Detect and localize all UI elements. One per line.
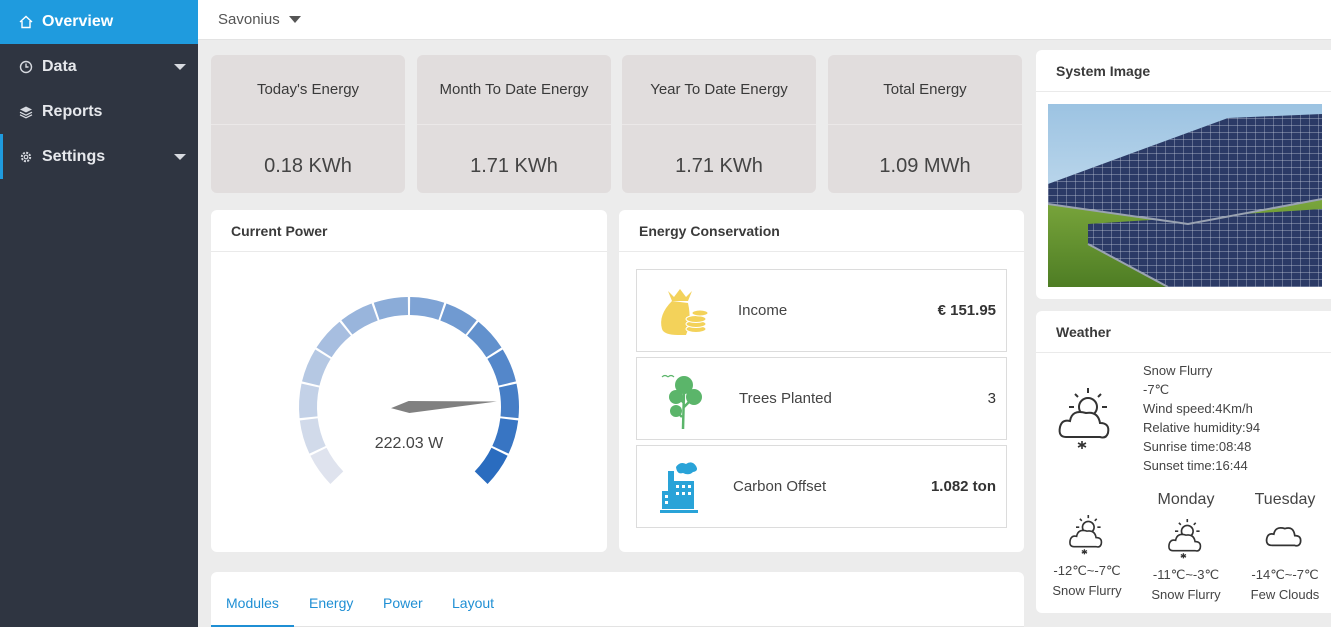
conservation-label: Trees Planted xyxy=(739,390,832,407)
forecast-day: Tuesday -14℃~-7℃ Few Clouds xyxy=(1235,491,1331,602)
sidebar-item-label: Overview xyxy=(42,13,114,30)
weather-current: Snow Flurry -7℃ Wind speed:4Km/h Relativ… xyxy=(1143,361,1260,475)
sidebar-item-label: Reports xyxy=(42,102,103,120)
gauge-segment xyxy=(373,297,409,320)
gauge-segment xyxy=(302,349,331,386)
conservation-value: € 151.95 xyxy=(937,302,996,319)
conservation-label: Income xyxy=(738,302,788,319)
tab-power[interactable]: Power xyxy=(368,588,438,627)
chevron-down-icon xyxy=(174,63,186,70)
snow-cloud-icon xyxy=(1056,385,1116,458)
snow-cloud-icon xyxy=(1037,513,1137,555)
energy-conservation-card: Energy Conservation Income € 151.95 Tree… xyxy=(619,210,1024,552)
site-name: Savonius xyxy=(218,11,280,28)
card-title: System Image xyxy=(1036,50,1331,92)
sidebar-item-data[interactable]: Data xyxy=(0,44,198,89)
home-icon xyxy=(18,14,34,30)
gauge-value: 222.03 W xyxy=(374,435,444,452)
forecast-temp: -14℃~-7℃ xyxy=(1251,567,1319,582)
forecast-condition: Snow Flurry xyxy=(1151,587,1221,602)
factory-icon xyxy=(637,445,727,528)
forecast-condition: Snow Flurry xyxy=(1052,583,1122,598)
forecast-day-name: Monday xyxy=(1157,491,1215,508)
tile-total-energy: Total Energy 1.09 MWh xyxy=(828,55,1022,193)
cloud-icon xyxy=(1235,517,1331,557)
weather-card: Weather Snow Flurry -7℃ Wind speed:4Km/h… xyxy=(1036,311,1331,613)
gauge-segment xyxy=(341,303,378,335)
bottom-tabs: Modules Energy Power Layout xyxy=(211,572,1024,627)
tab-modules[interactable]: Modules xyxy=(211,588,294,627)
sidebar-item-label: Settings xyxy=(42,147,106,165)
gauge-needle xyxy=(391,401,497,413)
tab-energy[interactable]: Energy xyxy=(294,588,368,627)
conservation-value: 3 xyxy=(987,390,996,407)
gear-icon xyxy=(18,149,34,165)
conservation-row-income: Income € 151.95 xyxy=(636,269,1007,352)
tile-label: Year To Date Energy xyxy=(622,55,816,125)
weather-temp: -7℃ xyxy=(1143,382,1170,397)
site-selector[interactable]: Savonius xyxy=(218,11,301,28)
sidebar-item-settings[interactable]: Settings xyxy=(0,134,198,179)
weather-wind: Wind speed:4Km/h xyxy=(1143,401,1253,416)
gauge-segment xyxy=(440,303,477,335)
gauge-segment xyxy=(487,349,516,386)
clock-icon xyxy=(18,59,34,75)
tile-label: Total Energy xyxy=(828,55,1022,125)
card-title: Weather xyxy=(1036,311,1331,353)
forecast-temp: -11℃~-3℃ xyxy=(1152,567,1220,582)
forecast-temp: -12℃~-7℃ xyxy=(1053,563,1121,578)
tile-month-energy: Month To Date Energy 1.71 KWh xyxy=(417,55,611,193)
sidebar-item-overview[interactable]: Overview xyxy=(0,0,198,44)
top-bar: Savonius xyxy=(198,0,1331,40)
conservation-row-trees: Trees Planted 3 xyxy=(636,357,1007,440)
gauge-segment xyxy=(316,321,351,358)
snow-cloud-icon xyxy=(1136,517,1236,559)
tile-label: Today's Energy xyxy=(211,55,405,125)
weather-humidity: Relative humidity:94 xyxy=(1143,420,1261,435)
tile-year-energy: Year To Date Energy 1.71 KWh xyxy=(622,55,816,193)
forecast-day: Monday -11℃~-3℃ Snow Flurry xyxy=(1136,491,1236,602)
weather-sunrise: Sunrise time:08:48 xyxy=(1143,439,1252,454)
sidebar-item-reports[interactable]: Reports xyxy=(0,89,198,134)
system-image-card: System Image xyxy=(1036,50,1331,299)
tile-value: 1.09 MWh xyxy=(879,154,971,177)
chevron-down-icon xyxy=(174,153,186,160)
tile-label: Month To Date Energy xyxy=(417,55,611,125)
current-power-card: Current Power 222.03 W xyxy=(211,210,607,552)
card-title: Energy Conservation xyxy=(619,210,1024,252)
gauge-segment xyxy=(474,447,508,484)
tab-layout[interactable]: Layout xyxy=(437,588,509,627)
power-gauge: 222.03 W xyxy=(211,252,607,552)
gauge-segment xyxy=(467,321,502,358)
gauge-segment xyxy=(299,383,320,419)
weather-sunset: Sunset time:16:44 xyxy=(1143,458,1248,473)
tile-value: 1.71 KWh xyxy=(470,154,558,177)
gauge-segment xyxy=(498,383,519,419)
solar-panel-image xyxy=(1048,104,1322,287)
chevron-down-icon xyxy=(288,16,301,23)
weather-condition: Snow Flurry xyxy=(1143,363,1213,378)
sidebar-item-label: Data xyxy=(42,57,77,75)
layers-icon xyxy=(18,104,34,120)
tile-value: 1.71 KWh xyxy=(675,154,763,177)
tile-value: 0.18 KWh xyxy=(264,154,352,177)
tree-icon xyxy=(637,357,727,440)
tile-today-energy: Today's Energy 0.18 KWh xyxy=(211,55,405,193)
forecast-condition: Few Clouds xyxy=(1250,587,1320,602)
gauge-segment xyxy=(310,447,344,484)
forecast-day-name xyxy=(1037,491,1137,511)
conservation-value: 1.082 ton xyxy=(930,478,996,495)
forecast-day-name: Tuesday xyxy=(1254,491,1316,508)
forecast-day: -12℃~-7℃ Snow Flurry xyxy=(1037,491,1137,598)
money-bag-icon xyxy=(637,269,727,352)
sidebar: Overview Data Reports Settings xyxy=(0,0,198,627)
conservation-label: Carbon Offset xyxy=(733,478,827,495)
conservation-row-carbon: Carbon Offset 1.082 ton xyxy=(636,445,1007,528)
gauge-segment xyxy=(409,297,445,320)
card-title: Current Power xyxy=(211,210,607,252)
